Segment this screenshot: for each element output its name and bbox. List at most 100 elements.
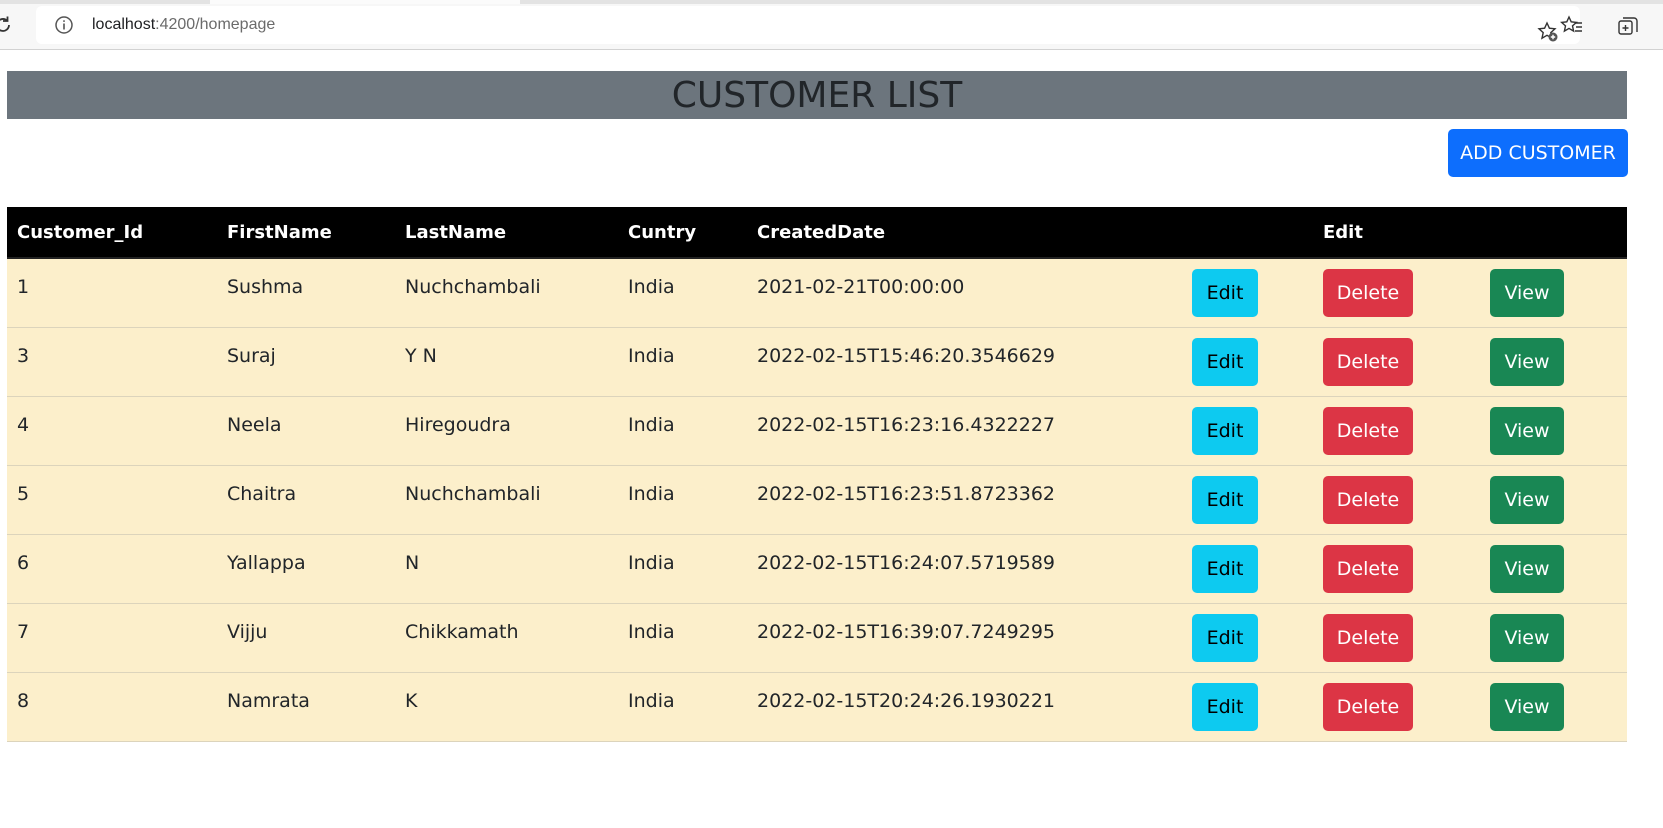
favorites-icon[interactable] bbox=[1560, 14, 1584, 38]
delete-cell: Delete bbox=[1313, 258, 1480, 327]
edit-button[interactable]: Edit bbox=[1192, 682, 1258, 731]
cell-customer-id: 7 bbox=[17, 620, 30, 643]
view-cell: View bbox=[1480, 465, 1627, 534]
collections-icon[interactable] bbox=[1616, 14, 1640, 38]
column-header-created-date: CreatedDate bbox=[747, 207, 1182, 259]
url-text[interactable]: localhost:4200/homepage bbox=[92, 15, 275, 35]
delete-button[interactable]: Delete bbox=[1323, 475, 1413, 524]
cell-first-name: Vijju bbox=[227, 620, 268, 643]
cell-country: India bbox=[628, 413, 675, 436]
view-button[interactable]: View bbox=[1490, 682, 1564, 731]
view-button[interactable]: View bbox=[1490, 544, 1564, 593]
tab-strip bbox=[0, 0, 1663, 4]
cell-created-date: 2022-02-15T16:23:51.8723362 bbox=[757, 482, 1056, 505]
view-cell: View bbox=[1480, 534, 1627, 603]
table-row: 4 Neela Hiregoudra India 2022-02-15T16:23:16… bbox=[7, 396, 1627, 465]
cell-customer-id: 4 bbox=[17, 413, 30, 436]
active-tab[interactable] bbox=[210, 0, 520, 4]
cell-customer-id: 3 bbox=[17, 344, 30, 367]
delete-cell: Delete bbox=[1313, 672, 1480, 741]
cell-created-date: 2022-02-15T16:23:16.4322227 bbox=[757, 413, 1056, 436]
delete-button[interactable]: Delete bbox=[1323, 337, 1413, 386]
cell-customer-id: 6 bbox=[17, 551, 30, 574]
view-cell: View bbox=[1480, 603, 1627, 672]
edit-cell: Edit bbox=[1182, 534, 1313, 603]
cell-customer-id: 5 bbox=[17, 482, 30, 505]
view-button[interactable]: View bbox=[1490, 406, 1564, 455]
delete-button[interactable]: Delete bbox=[1323, 406, 1413, 455]
view-cell: View bbox=[1480, 396, 1627, 465]
delete-button[interactable]: Delete bbox=[1323, 682, 1413, 731]
column-header-edit: Edit bbox=[1313, 207, 1480, 259]
customer-table-container: Customer_Id FirstName LastName Cuntry Cr… bbox=[7, 207, 1627, 742]
cell-last-name: Y N bbox=[405, 344, 437, 367]
edit-button[interactable]: Edit bbox=[1192, 475, 1258, 524]
cell-country: India bbox=[628, 689, 675, 712]
column-header-actions-3 bbox=[1480, 207, 1627, 259]
url-path: :4200/homepage bbox=[155, 16, 276, 33]
column-header-actions-1 bbox=[1182, 207, 1313, 259]
edit-button[interactable]: Edit bbox=[1192, 337, 1258, 386]
edit-cell: Edit bbox=[1182, 603, 1313, 672]
view-button[interactable]: View bbox=[1490, 475, 1564, 524]
delete-cell: Delete bbox=[1313, 534, 1480, 603]
page-title: CUSTOMER LIST bbox=[671, 75, 963, 116]
cell-last-name: Nuchchambali bbox=[405, 276, 541, 298]
edit-button[interactable]: Edit bbox=[1192, 406, 1258, 455]
cell-customer-id: 8 bbox=[17, 689, 30, 712]
view-cell: View bbox=[1480, 258, 1627, 327]
cell-first-name: Suraj bbox=[227, 344, 276, 367]
reload-icon[interactable] bbox=[0, 14, 14, 36]
delete-button[interactable]: Delete bbox=[1323, 613, 1413, 662]
info-icon[interactable] bbox=[54, 15, 74, 35]
header-row: Customer_Id FirstName LastName Cuntry Cr… bbox=[7, 207, 1627, 259]
delete-cell: Delete bbox=[1313, 465, 1480, 534]
cell-country: India bbox=[628, 482, 675, 505]
delete-cell: Delete bbox=[1313, 603, 1480, 672]
edit-cell: Edit bbox=[1182, 258, 1313, 327]
cell-customer-id: 1 bbox=[17, 276, 30, 298]
cell-country: India bbox=[628, 620, 675, 643]
delete-button[interactable]: Delete bbox=[1323, 268, 1413, 317]
delete-cell: Delete bbox=[1313, 327, 1480, 396]
table-row: 8 Namrata K India 2022-02-15T20:24:26.193022… bbox=[7, 672, 1627, 741]
edit-button[interactable]: Edit bbox=[1192, 613, 1258, 662]
edit-button[interactable]: Edit bbox=[1192, 544, 1258, 593]
edit-cell: Edit bbox=[1182, 465, 1313, 534]
cell-first-name: Sushma bbox=[227, 276, 304, 298]
view-button[interactable]: View bbox=[1490, 268, 1564, 317]
cell-created-date: 2022-02-15T15:46:20.3546629 bbox=[757, 344, 1056, 367]
delete-cell: Delete bbox=[1313, 396, 1480, 465]
cell-country: India bbox=[628, 551, 675, 574]
table-row: 1 Sushma Nuchchambali India 2021-02-21T00:00… bbox=[7, 258, 1627, 327]
cell-last-name: N bbox=[405, 551, 420, 574]
cell-first-name: Chaitra bbox=[227, 482, 297, 505]
cell-country: India bbox=[628, 344, 675, 367]
edit-cell: Edit bbox=[1182, 327, 1313, 396]
page-header: CUSTOMER LIST bbox=[7, 71, 1627, 119]
cell-created-date: 2022-02-15T16:24:07.5719589 bbox=[757, 551, 1056, 574]
cell-first-name: Neela bbox=[227, 413, 282, 436]
cell-created-date: 2022-02-15T16:39:07.7249295 bbox=[757, 620, 1056, 643]
add-favorite-icon[interactable] bbox=[1536, 20, 1560, 44]
table-row: 7 Vijju Chikkamath India 2022-02-15T16:39:07… bbox=[7, 603, 1627, 672]
delete-button[interactable]: Delete bbox=[1323, 544, 1413, 593]
column-header-last-name: LastName bbox=[395, 207, 618, 259]
table-body: 1 Sushma Nuchchambali India 2021-02-21T00:00… bbox=[7, 258, 1627, 741]
edit-button[interactable]: Edit bbox=[1192, 268, 1258, 317]
cell-last-name: Hiregoudra bbox=[405, 413, 511, 436]
add-customer-button[interactable]: ADD CUSTOMER bbox=[1448, 129, 1628, 177]
customer-table: Customer_Id FirstName LastName Cuntry Cr… bbox=[7, 207, 1627, 742]
view-button[interactable]: View bbox=[1490, 613, 1564, 662]
url-host: localhost bbox=[92, 16, 156, 33]
column-header-customer-id: Customer_Id bbox=[7, 207, 217, 259]
view-button[interactable]: View bbox=[1490, 337, 1564, 386]
column-header-first-name: FirstName bbox=[217, 207, 395, 259]
cell-last-name: K bbox=[405, 689, 418, 712]
view-cell: View bbox=[1480, 672, 1627, 741]
table-row: 6 Yallappa N India 2022-02-15T16:24:07.57195… bbox=[7, 534, 1627, 603]
table-row: 5 Chaitra Nuchchambali India 2022-02-15T16:2… bbox=[7, 465, 1627, 534]
cell-last-name: Chikkamath bbox=[405, 620, 519, 643]
address-bar[interactable]: localhost:4200/homepage bbox=[36, 6, 1580, 44]
view-cell: View bbox=[1480, 327, 1627, 396]
